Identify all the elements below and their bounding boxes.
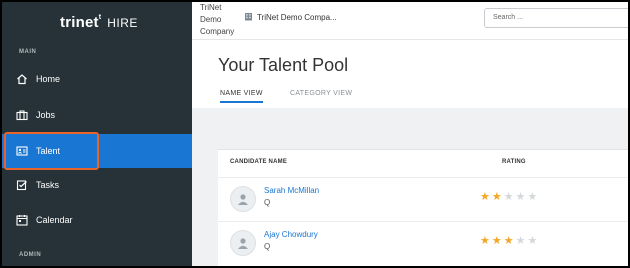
search-input[interactable]: Search ...: [484, 8, 628, 28]
briefcase-icon: [16, 109, 28, 121]
page-title: Your Talent Pool: [218, 55, 349, 75]
company-switcher[interactable]: TriNet Demo Compa...: [244, 12, 337, 23]
app-window: trinett HIRE MAIN Home Jobs Talent Tasks…: [2, 2, 628, 266]
tasks-icon: [16, 179, 28, 191]
sidebar-item-tasks[interactable]: Tasks: [2, 168, 192, 202]
home-icon: [16, 73, 28, 85]
sidebar-item-label: Tasks: [36, 180, 60, 190]
star-icon-empty[interactable]: ★: [516, 192, 526, 203]
table-row[interactable]: Ajay Chowdury Q ★ ★ ★ ★ ★: [218, 221, 628, 265]
candidate-table: CANDIDATE NAME RATING Sarah McMillan Q ★…: [218, 149, 628, 266]
avatar: [230, 230, 256, 256]
highlight-annotation: [4, 132, 99, 170]
main-content: Your Talent Pool NAME VIEW CATEGORY VIEW…: [192, 40, 628, 266]
building-icon: [244, 12, 253, 23]
brand-name: trinett: [60, 14, 102, 31]
star-icon-filled[interactable]: ★: [492, 236, 502, 247]
star-icon-empty[interactable]: ★: [504, 192, 514, 203]
sidebar-item-calendar[interactable]: Calendar: [2, 203, 192, 237]
company-logo-alt-line: Demo: [200, 15, 222, 24]
calendar-icon: [16, 214, 28, 226]
company-logo-alt-line: TriNet: [200, 3, 222, 12]
star-icon-empty[interactable]: ★: [528, 192, 538, 203]
rating-stars[interactable]: ★ ★ ★ ★ ★: [480, 236, 539, 247]
star-icon-empty[interactable]: ★: [516, 236, 526, 247]
company-name: TriNet Demo Compa...: [257, 13, 337, 22]
candidate-status-icon: Q: [264, 242, 271, 251]
rating-stars[interactable]: ★ ★ ★ ★ ★: [480, 192, 539, 203]
company-logo-alt-line: Company: [200, 27, 235, 36]
sidebar-item-label: Home: [36, 74, 61, 84]
sidebar: trinett HIRE MAIN Home Jobs Talent Tasks…: [2, 2, 192, 266]
star-icon-filled[interactable]: ★: [504, 236, 514, 247]
person-icon: [238, 194, 248, 205]
avatar: [230, 186, 256, 212]
brand-logo[interactable]: trinett HIRE: [60, 14, 138, 31]
star-icon-filled[interactable]: ★: [492, 192, 502, 203]
section-label-admin: ADMIN: [19, 252, 42, 258]
sidebar-item-label: Jobs: [36, 110, 56, 120]
page-header: Your Talent Pool NAME VIEW CATEGORY VIEW: [192, 40, 628, 108]
candidate-name-link[interactable]: Ajay Chowdury: [264, 230, 318, 239]
column-header-rating[interactable]: RATING: [502, 159, 526, 165]
star-icon-filled[interactable]: ★: [480, 236, 490, 247]
tab-category-view[interactable]: CATEGORY VIEW: [290, 90, 352, 97]
section-label-main: MAIN: [19, 49, 37, 55]
person-icon: [238, 238, 248, 249]
product-name: HIRE: [107, 16, 138, 30]
sidebar-item-label: Calendar: [36, 215, 73, 225]
company-logo-image[interactable]: TriNet Demo Company: [200, 2, 234, 38]
sidebar-item-jobs[interactable]: Jobs: [2, 98, 192, 132]
star-icon-filled[interactable]: ★: [480, 192, 490, 203]
sidebar-item-home[interactable]: Home: [2, 62, 192, 96]
column-header-candidate-name[interactable]: CANDIDATE NAME: [230, 159, 287, 165]
star-icon-empty[interactable]: ★: [528, 236, 538, 247]
top-bar: TriNet Demo Company TriNet Demo Compa...…: [192, 2, 628, 40]
candidate-status-icon: Q: [264, 198, 271, 207]
table-row[interactable]: Sarah McMillan Q ★ ★ ★ ★ ★: [218, 177, 628, 221]
tab-name-view[interactable]: NAME VIEW: [220, 90, 263, 103]
candidate-name-link[interactable]: Sarah McMillan: [264, 186, 319, 195]
